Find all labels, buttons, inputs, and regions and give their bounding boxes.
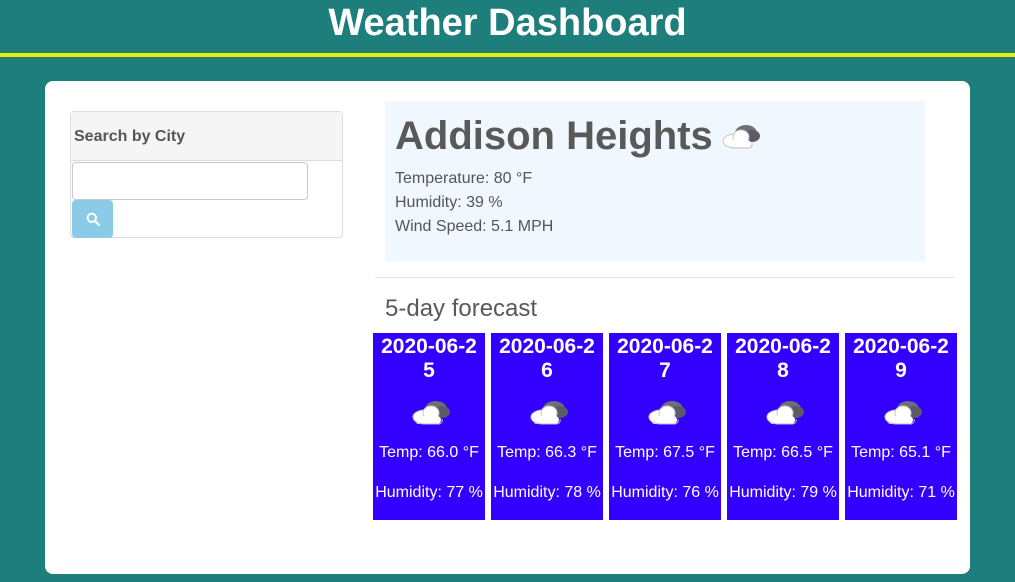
forecast-date: 2020-06-25 — [381, 335, 477, 382]
forecast-card: 2020-06-28 Temp: 66.5 °F Humidity: 79 % — [727, 333, 839, 520]
page-title: Weather Dashboard — [328, 2, 687, 44]
forecast-temp: Temp: 66.3 °F — [497, 444, 597, 461]
cloudy-icon — [763, 397, 807, 427]
forecast-card: 2020-06-25 Temp: 66.0 °F Humidity: 77 % — [373, 333, 485, 520]
forecast-humidity: Humidity: 78 % — [493, 484, 601, 501]
forecast-card: 2020-06-27 Temp: 67.5 °F Humidity: 76 % — [609, 333, 721, 520]
forecast-card: 2020-06-29 Temp: 65.1 °F Humidity: 71 % — [845, 333, 957, 520]
forecast-date: 2020-06-28 — [735, 335, 831, 382]
forecast-temp: Temp: 67.5 °F — [615, 444, 715, 461]
current-weather-panel: Addison Heights Temperature: 80 °F Humid… — [385, 101, 925, 261]
cloudy-icon — [527, 397, 571, 427]
forecast-temp: Temp: 66.0 °F — [379, 444, 479, 461]
cloudy-icon — [719, 121, 763, 151]
forecast-humidity: Humidity: 71 % — [847, 484, 955, 501]
forecast-date: 2020-06-29 — [853, 335, 949, 382]
header-bar: Weather Dashboard — [0, 0, 1015, 57]
current-humidity: Humidity: 39 % — [395, 194, 503, 211]
cloudy-icon — [645, 397, 689, 427]
forecast-card: 2020-06-26 Temp: 66.3 °F Humidity: 78 % — [491, 333, 603, 520]
divider — [375, 277, 955, 278]
forecast-temp: Temp: 65.1 °F — [851, 444, 951, 461]
main-card: Search by City Addison Heights Temperatu… — [45, 81, 970, 574]
search-panel: Search by City — [70, 111, 343, 238]
forecast-title: 5-day forecast — [385, 295, 538, 322]
current-temperature: Temperature: 80 °F — [395, 170, 533, 187]
forecast-date: 2020-06-27 — [617, 335, 713, 382]
forecast-humidity: Humidity: 79 % — [729, 484, 837, 501]
search-button[interactable] — [72, 200, 113, 238]
forecast-date: 2020-06-26 — [499, 335, 595, 382]
cloudy-icon — [881, 397, 925, 427]
cloudy-icon — [409, 397, 453, 427]
current-wind-speed: Wind Speed: 5.1 MPH — [395, 218, 554, 235]
search-heading: Search by City — [71, 112, 342, 161]
forecast-humidity: Humidity: 77 % — [375, 484, 483, 501]
city-name: Addison Heights — [395, 114, 713, 158]
forecast-humidity: Humidity: 76 % — [611, 484, 719, 501]
forecast-temp: Temp: 66.5 °F — [733, 444, 833, 461]
search-input[interactable] — [72, 162, 308, 200]
search-icon — [86, 212, 100, 226]
